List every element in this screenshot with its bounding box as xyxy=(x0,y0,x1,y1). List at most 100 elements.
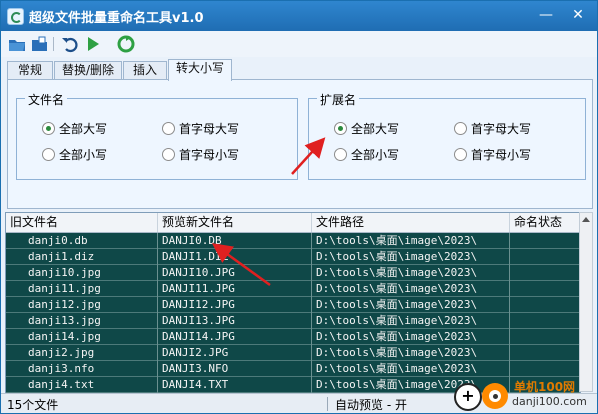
option-label: 全部大写 xyxy=(59,122,108,136)
cell-rename-status xyxy=(510,249,580,265)
cell-rename-status xyxy=(510,265,580,281)
cell-old-name: danji0.db xyxy=(6,233,158,249)
cell-old-name: danji14.jpg xyxy=(6,329,158,345)
undo-icon[interactable] xyxy=(61,35,79,53)
radio-icon[interactable] xyxy=(42,148,55,161)
option-label: 首字母大写 xyxy=(471,122,532,136)
minimize-button[interactable]: — xyxy=(533,3,559,27)
cell-preview-name: DANJI1.DIZ xyxy=(158,249,312,265)
cell-file-path: D:\tools\桌面\image\2023\ xyxy=(312,233,510,249)
tab-insert[interactable]: 插入 xyxy=(123,61,167,80)
cell-old-name: danji1.diz xyxy=(6,249,158,265)
scroll-up-arrow-icon[interactable] xyxy=(582,217,590,222)
table-row[interactable]: danji0.db DANJI0.DB D:\tools\桌面\image\2023… xyxy=(6,233,580,249)
cell-old-name: danji12.jpg xyxy=(6,297,158,313)
auto-preview-status: 自动预览 - 开 xyxy=(335,398,407,412)
filename-option-all-upper[interactable]: 全部大写 xyxy=(42,120,107,137)
extension-option-all-upper[interactable]: 全部大写 xyxy=(334,120,399,137)
cell-rename-status xyxy=(510,313,580,329)
status-separator xyxy=(327,397,328,411)
toolbar xyxy=(1,31,597,57)
cell-preview-name: DANJI4.TXT xyxy=(158,377,312,393)
cell-old-name: danji11.jpg xyxy=(6,281,158,297)
cell-old-name: danji3.nfo xyxy=(6,361,158,377)
cell-file-path: D:\tools\桌面\image\2023\ xyxy=(312,313,510,329)
app-icon xyxy=(7,8,24,25)
cell-rename-status xyxy=(510,361,580,377)
toolbar-separator xyxy=(53,37,54,51)
cell-rename-status xyxy=(510,329,580,345)
app-window: 超级文件批量重命名工具v1.0 — ✕ 常规 替换/删除 插入 转大小写 文件名 xyxy=(0,0,598,414)
radio-icon[interactable] xyxy=(454,148,467,161)
table-row[interactable]: danji14.jpg DANJI14.JPG D:\tools\桌面\image\… xyxy=(6,329,580,345)
recycle-icon[interactable] xyxy=(117,35,135,53)
filename-option-all-lower[interactable]: 全部小写 xyxy=(42,146,107,163)
option-label: 全部大写 xyxy=(351,122,400,136)
cell-old-name: danji2.jpg xyxy=(6,345,158,361)
run-icon[interactable] xyxy=(84,35,102,53)
grid-header: 旧文件名 预览新文件名 文件路径 命名状态 xyxy=(6,213,580,233)
table-row[interactable]: danji11.jpg DANJI11.JPG D:\tools\桌面\image\… xyxy=(6,281,580,297)
cell-file-path: D:\tools\桌面\image\2023\ xyxy=(312,281,510,297)
cell-file-path: D:\tools\桌面\image\2023\ xyxy=(312,345,510,361)
watermark-logo-icon xyxy=(482,383,508,409)
cell-old-name: danji13.jpg xyxy=(6,313,158,329)
table-row[interactable]: danji12.jpg DANJI12.JPG D:\tools\桌面\image\… xyxy=(6,297,580,313)
extension-option-capitalize[interactable]: 首字母大写 xyxy=(454,120,531,137)
tab-replace-delete[interactable]: 替换/删除 xyxy=(54,61,122,80)
cell-preview-name: DANJI13.JPG xyxy=(158,313,312,329)
cell-preview-name: DANJI0.DB xyxy=(158,233,312,249)
radio-icon[interactable] xyxy=(162,122,175,135)
radio-selected-icon[interactable] xyxy=(334,122,347,135)
table-row[interactable]: danji1.diz DANJI1.DIZ D:\tools\桌面\image\20… xyxy=(6,249,580,265)
file-list-grid[interactable]: 旧文件名 预览新文件名 文件路径 命名状态 danji0.db DANJI0.DB… xyxy=(5,212,581,394)
open-file-icon[interactable] xyxy=(30,35,48,53)
extension-option-all-lower[interactable]: 全部小写 xyxy=(334,146,399,163)
cell-old-name: danji10.jpg xyxy=(6,265,158,281)
watermark-plus-icon: + xyxy=(454,383,482,411)
cell-old-name: danji4.txt xyxy=(6,377,158,393)
open-folder-icon[interactable] xyxy=(8,35,26,53)
column-old-name[interactable]: 旧文件名 xyxy=(6,213,158,232)
radio-icon[interactable] xyxy=(454,122,467,135)
option-label: 全部小写 xyxy=(59,148,108,162)
cell-file-path: D:\tools\桌面\image\2023\ xyxy=(312,249,510,265)
filename-option-lowercase-first[interactable]: 首字母小写 xyxy=(162,146,239,163)
cell-file-path: D:\tools\桌面\image\2023\ xyxy=(312,361,510,377)
radio-icon[interactable] xyxy=(162,148,175,161)
cell-file-path: D:\tools\桌面\image\2023\ xyxy=(312,265,510,281)
cell-preview-name: DANJI14.JPG xyxy=(158,329,312,345)
radio-icon[interactable] xyxy=(334,148,347,161)
column-rename-status[interactable]: 命名状态 xyxy=(510,213,580,232)
cell-preview-name: DANJI3.NFO xyxy=(158,361,312,377)
cell-preview-name: DANJI2.JPG xyxy=(158,345,312,361)
cell-rename-status xyxy=(510,297,580,313)
cell-file-path: D:\tools\桌面\image\2023\ xyxy=(312,297,510,313)
filename-group-label: 文件名 xyxy=(25,91,68,108)
table-row[interactable]: danji3.nfo DANJI3.NFO D:\tools\桌面\image\20… xyxy=(6,361,580,377)
extension-option-lowercase-first[interactable]: 首字母小写 xyxy=(454,146,531,163)
close-button[interactable]: ✕ xyxy=(565,3,591,27)
tab-change-case[interactable]: 转大小写 xyxy=(168,59,232,81)
tab-general[interactable]: 常规 xyxy=(7,61,53,80)
vertical-scrollbar[interactable] xyxy=(579,212,593,392)
extension-group: 扩展名 全部大写 首字母大写 全部小写 首字母小写 xyxy=(308,91,586,180)
title-bar: 超级文件批量重命名工具v1.0 — ✕ xyxy=(1,1,597,31)
extension-group-label: 扩展名 xyxy=(317,91,360,108)
cell-preview-name: DANJI10.JPG xyxy=(158,265,312,281)
table-row[interactable]: danji2.jpg DANJI2.JPG D:\tools\桌面\image\20… xyxy=(6,345,580,361)
option-label: 全部小写 xyxy=(351,148,400,162)
filename-group: 文件名 全部大写 首字母大写 全部小写 首字母小写 xyxy=(16,91,298,180)
column-preview-name[interactable]: 预览新文件名 xyxy=(158,213,312,232)
option-label: 首字母大写 xyxy=(179,122,240,136)
table-row[interactable]: danji13.jpg DANJI13.JPG D:\tools\桌面\image\… xyxy=(6,313,580,329)
cell-preview-name: DANJI12.JPG xyxy=(158,297,312,313)
cell-file-path: D:\tools\桌面\image\2023\ xyxy=(312,329,510,345)
cell-rename-status xyxy=(510,345,580,361)
column-file-path[interactable]: 文件路径 xyxy=(312,213,510,232)
filename-option-capitalize[interactable]: 首字母大写 xyxy=(162,120,239,137)
radio-selected-icon[interactable] xyxy=(42,122,55,135)
watermark-site-name: 单机100网 xyxy=(514,380,576,394)
cell-preview-name: DANJI11.JPG xyxy=(158,281,312,297)
table-row[interactable]: danji10.jpg DANJI10.JPG D:\tools\桌面\image\… xyxy=(6,265,580,281)
